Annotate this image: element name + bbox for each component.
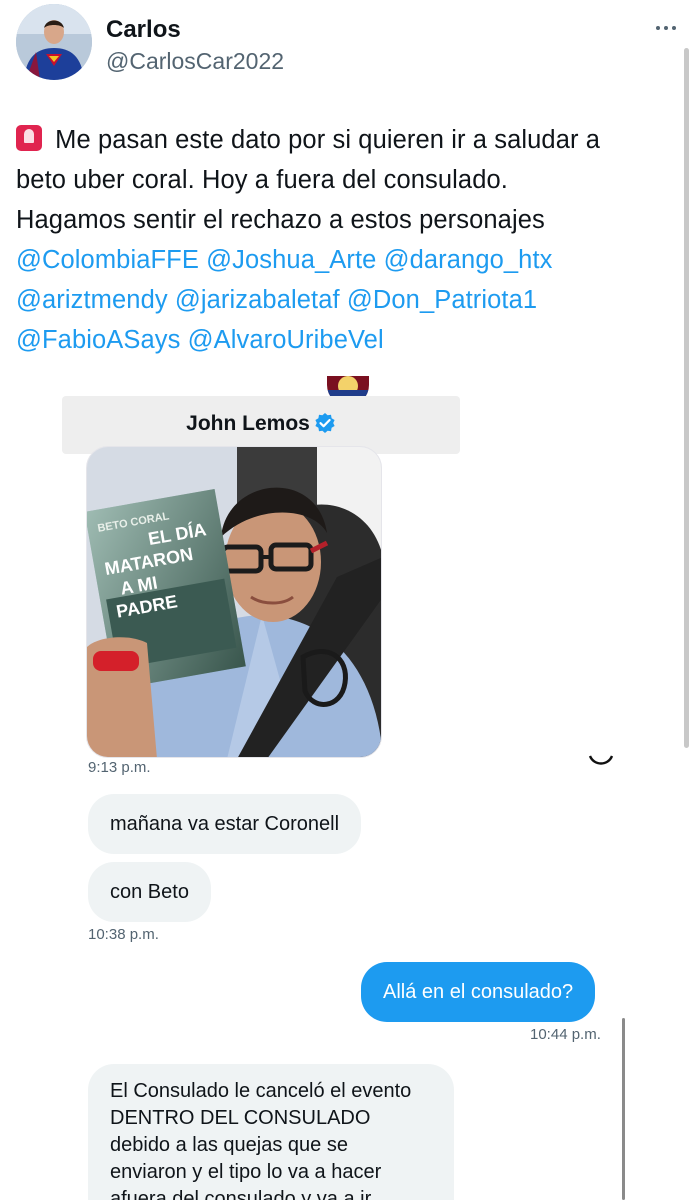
more-options-icon[interactable]	[654, 16, 678, 40]
author-handle[interactable]: @CarlosCar2022	[106, 48, 284, 75]
mention-link[interactable]: @Don_Patriota1	[347, 286, 537, 314]
attached-screenshot[interactable]: John Lemos BETO CORAL EL DÍA MATARON A M…	[12, 376, 668, 1200]
incoming-message[interactable]: con Beto	[88, 862, 211, 922]
rotating-light-icon	[16, 125, 42, 151]
incoming-message[interactable]: El Consulado le canceló el evento DENTRO…	[88, 1064, 454, 1200]
mention-link[interactable]: @ColombiaFFE	[16, 246, 199, 274]
mention-link[interactable]: @FabioASays	[16, 326, 180, 354]
info-icon[interactable]	[588, 752, 614, 774]
message-timestamp: 10:38 p.m.	[88, 926, 159, 943]
message-line: DENTRO DEL CONSULADO	[110, 1107, 371, 1129]
message-line: afuera del consulado y va a ir	[110, 1188, 372, 1200]
mention-link[interactable]: @jarizabaletaf	[175, 286, 340, 314]
shared-photo[interactable]: BETO CORAL EL DÍA MATARON A MI PADRE	[86, 446, 382, 758]
tweet-text-line: beto uber coral. Hoy a fuera del consula…	[16, 166, 508, 194]
page-scrollbar[interactable]	[684, 48, 689, 748]
message-timestamp: 9:13 p.m.	[88, 759, 151, 776]
author-avatar[interactable]	[16, 4, 92, 80]
message-line: debido a las quejas que se	[110, 1134, 348, 1156]
tweet-header: Carlos @CarlosCar2022	[16, 4, 678, 84]
verified-badge-icon	[314, 412, 336, 434]
tweet-body: Me pasan este dato por si quieren ir a s…	[16, 120, 678, 360]
tweet-text-line: Hagamos sentir el rechazo a estos person…	[16, 206, 545, 234]
message-line: El Consulado le canceló el evento	[110, 1080, 412, 1102]
incoming-message[interactable]: mañana va estar Coronell	[88, 794, 362, 854]
mention-link[interactable]: @Joshua_Arte	[206, 246, 376, 274]
author-name[interactable]: Carlos	[106, 16, 181, 44]
mention-link[interactable]: @darango_htx	[384, 246, 553, 274]
tweet-text-line: Me pasan este dato por si quieren ir a s…	[48, 126, 601, 154]
contact-name[interactable]: John Lemos	[186, 412, 310, 435]
screenshot-scrollbar	[622, 1018, 625, 1200]
message-line: enviaron y el tipo lo va a hacer	[110, 1161, 382, 1183]
message-timestamp: 10:44 p.m.	[530, 1026, 601, 1043]
mention-link[interactable]: @AlvaroUribeVel	[188, 326, 384, 354]
outgoing-message[interactable]: Allá en el consulado?	[361, 962, 596, 1022]
mention-link[interactable]: @ariztmendy	[16, 286, 168, 314]
